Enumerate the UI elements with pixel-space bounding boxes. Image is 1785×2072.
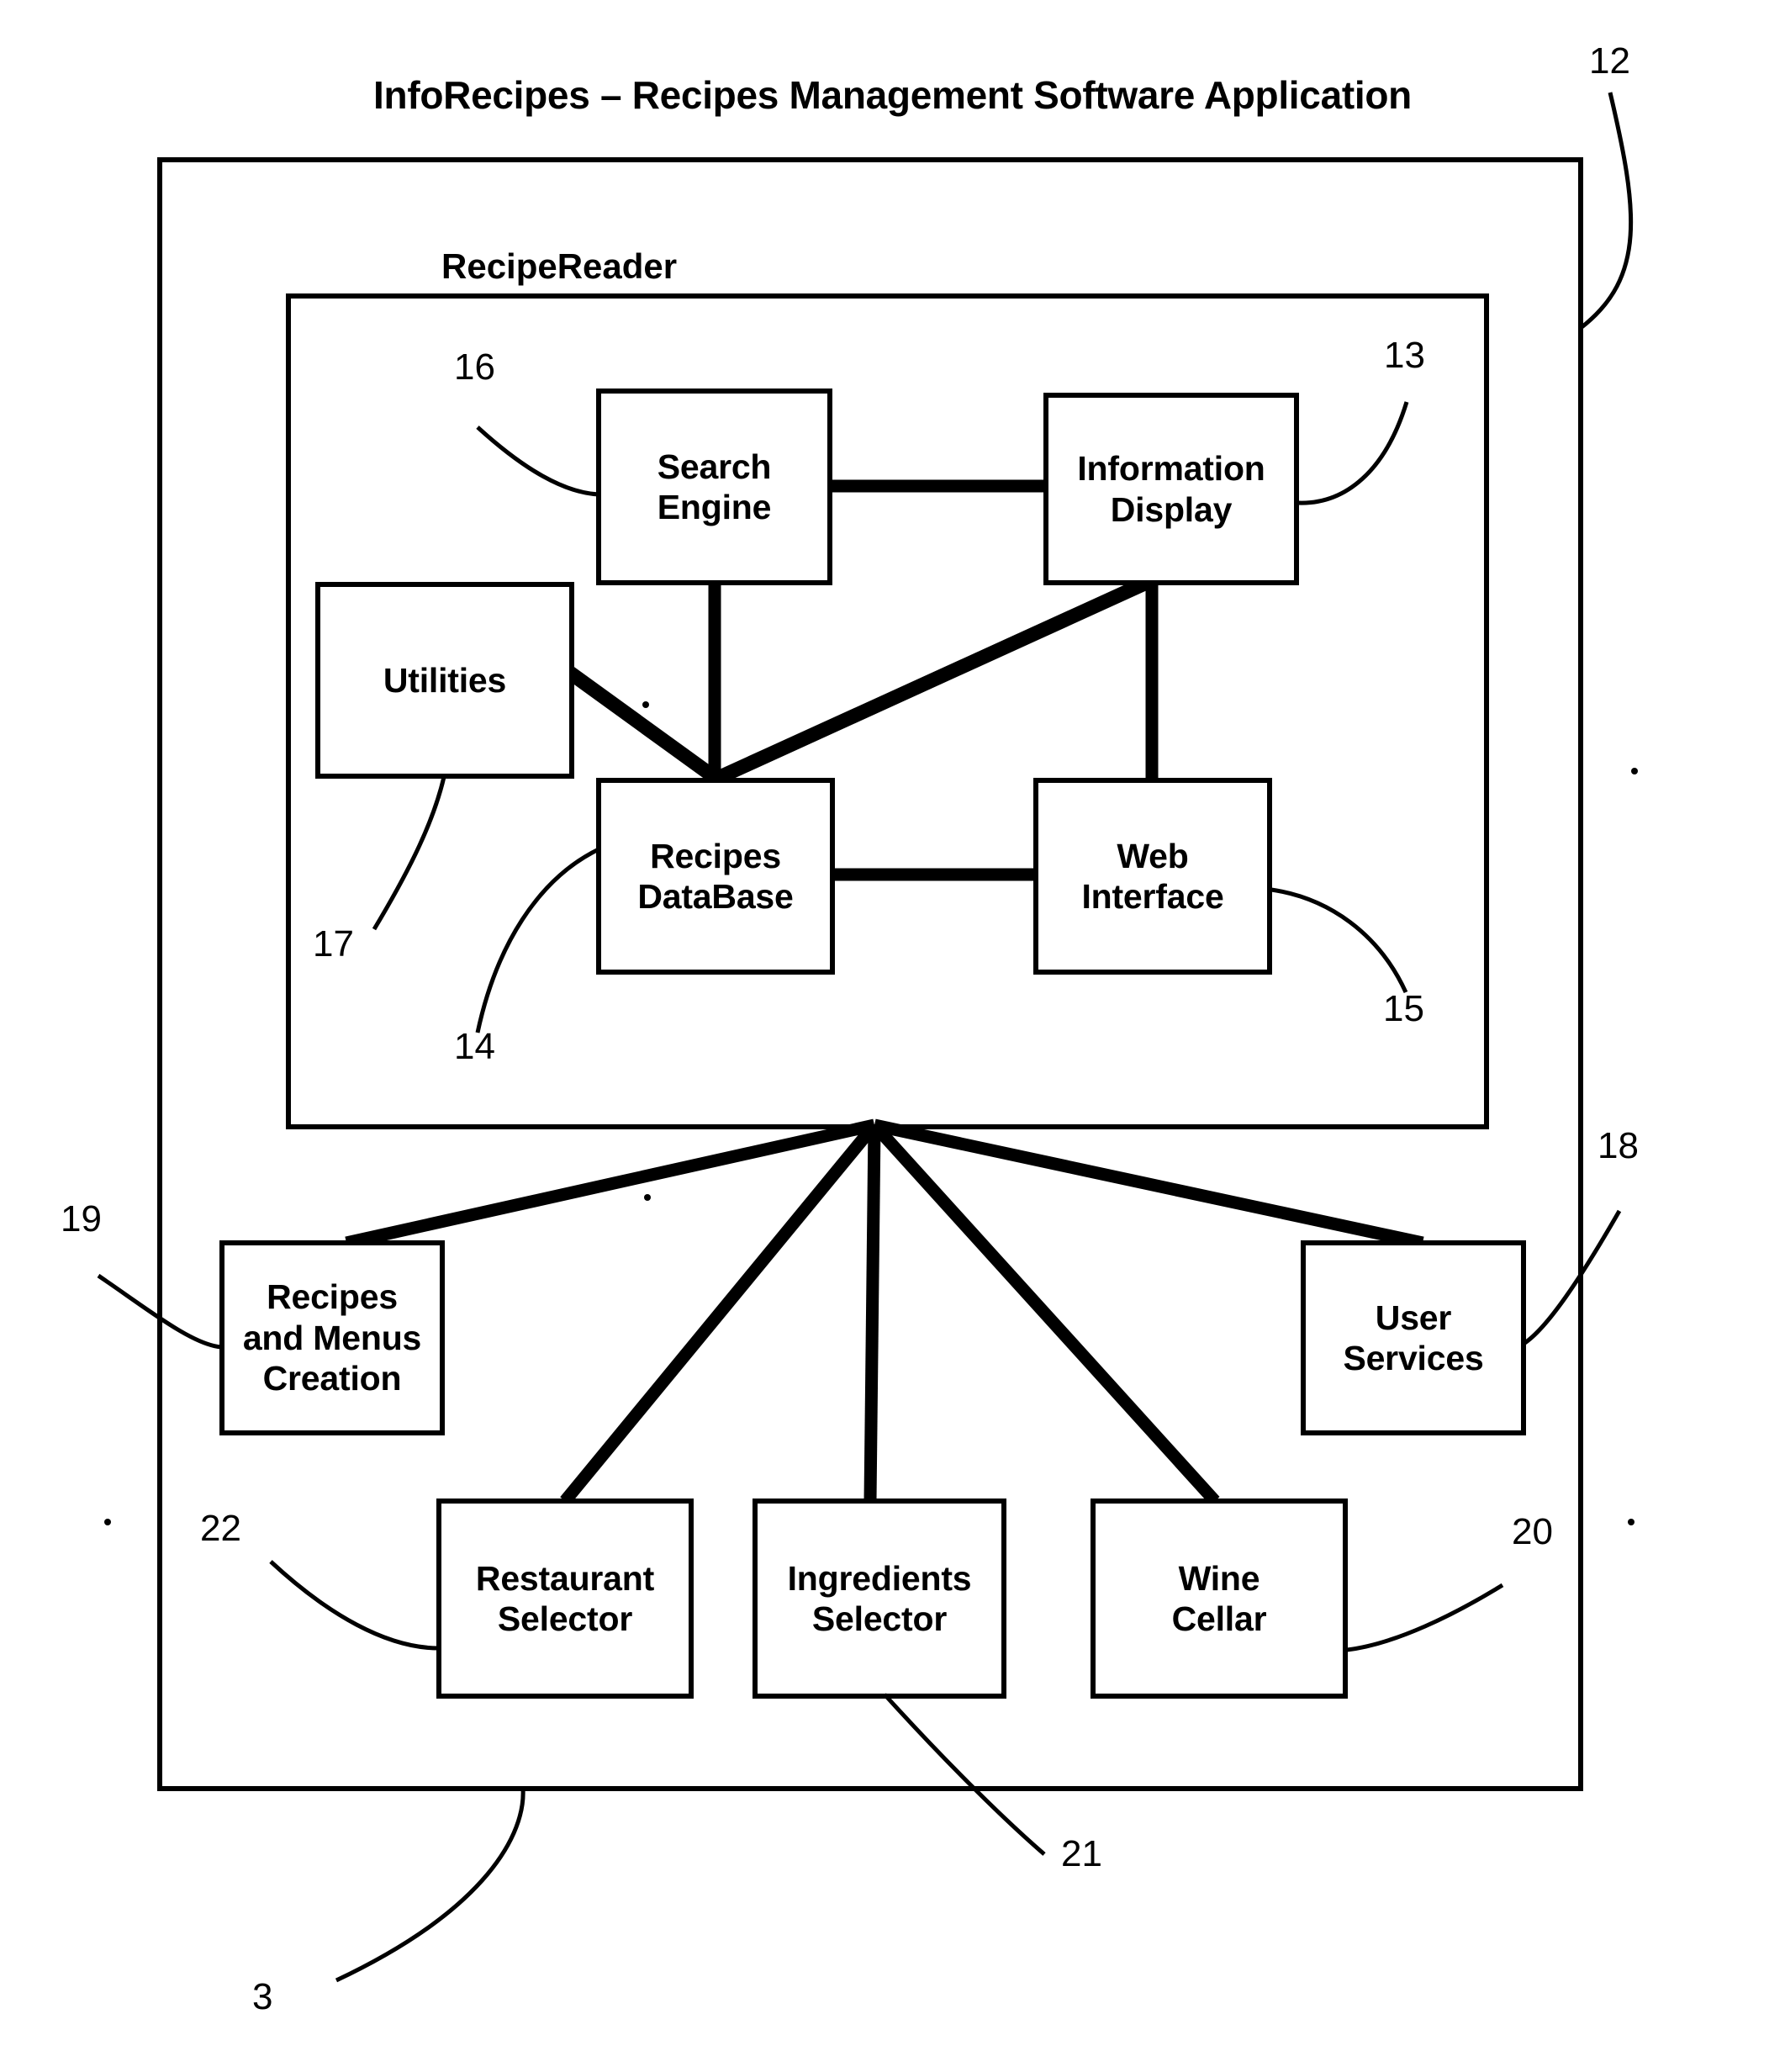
node-user-services[interactable] xyxy=(1301,1240,1526,1435)
leader-line-21 xyxy=(883,1693,1046,1856)
node-recipes-and-menus-creation[interactable] xyxy=(219,1240,445,1435)
node-wine-cellar[interactable] xyxy=(1091,1498,1348,1699)
node-information-display[interactable] xyxy=(1043,393,1299,585)
ref-numeral-3: 3 xyxy=(252,1976,273,2017)
node-search-engine[interactable] xyxy=(596,388,832,585)
leader-line-13 xyxy=(1297,401,1409,505)
node-recipes-database[interactable] xyxy=(596,778,835,975)
scan-speck xyxy=(1631,768,1638,774)
patent-figure: InfoRecipes – Recipes Management Softwar… xyxy=(0,0,1785,2072)
leader-line-22 xyxy=(269,1560,440,1651)
diagram-canvas xyxy=(97,92,1638,1983)
link-hub-to-ingredients-selector xyxy=(863,1124,881,1502)
leader-line-20 xyxy=(1346,1583,1504,1652)
node-ingredients-selector[interactable] xyxy=(753,1498,1006,1699)
figure-title: InfoRecipes – Recipes Management Softwar… xyxy=(373,73,1412,117)
leader-line-3 xyxy=(335,1788,525,1983)
ref-numeral-15: 15 xyxy=(1383,988,1424,1029)
ref-numeral-12: 12 xyxy=(1589,40,1630,82)
ref-numeral-18: 18 xyxy=(1598,1125,1639,1166)
leader-line-15 xyxy=(1270,887,1408,994)
leader-line-14 xyxy=(475,847,600,1033)
link-utilities-to-database xyxy=(566,667,721,785)
leader-line-17 xyxy=(372,776,446,931)
link-information-display-to-database xyxy=(713,574,1155,785)
scan-speck xyxy=(644,1194,651,1201)
leader-line-18 xyxy=(1522,1209,1622,1346)
leader-line-16 xyxy=(476,426,599,497)
node-restaurant-selector[interactable] xyxy=(436,1498,694,1699)
ref-numeral-17: 17 xyxy=(313,923,354,965)
scan-speck xyxy=(1628,1519,1634,1525)
ref-numeral-14: 14 xyxy=(454,1026,495,1067)
ref-numeral-19: 19 xyxy=(61,1198,102,1240)
node-utilities[interactable] xyxy=(315,582,574,779)
ref-numeral-16: 16 xyxy=(454,346,495,388)
ref-numeral-13: 13 xyxy=(1384,335,1425,376)
ref-numeral-20: 20 xyxy=(1512,1511,1553,1552)
node-web-interface[interactable] xyxy=(1033,778,1272,975)
ref-numeral-22: 22 xyxy=(200,1508,241,1549)
leader-line-12 xyxy=(1579,92,1634,330)
ref-numeral-21: 21 xyxy=(1061,1833,1102,1874)
recipereader-group-label: RecipeReader xyxy=(441,246,678,286)
scan-speck xyxy=(642,701,649,708)
scan-speck xyxy=(104,1519,111,1525)
